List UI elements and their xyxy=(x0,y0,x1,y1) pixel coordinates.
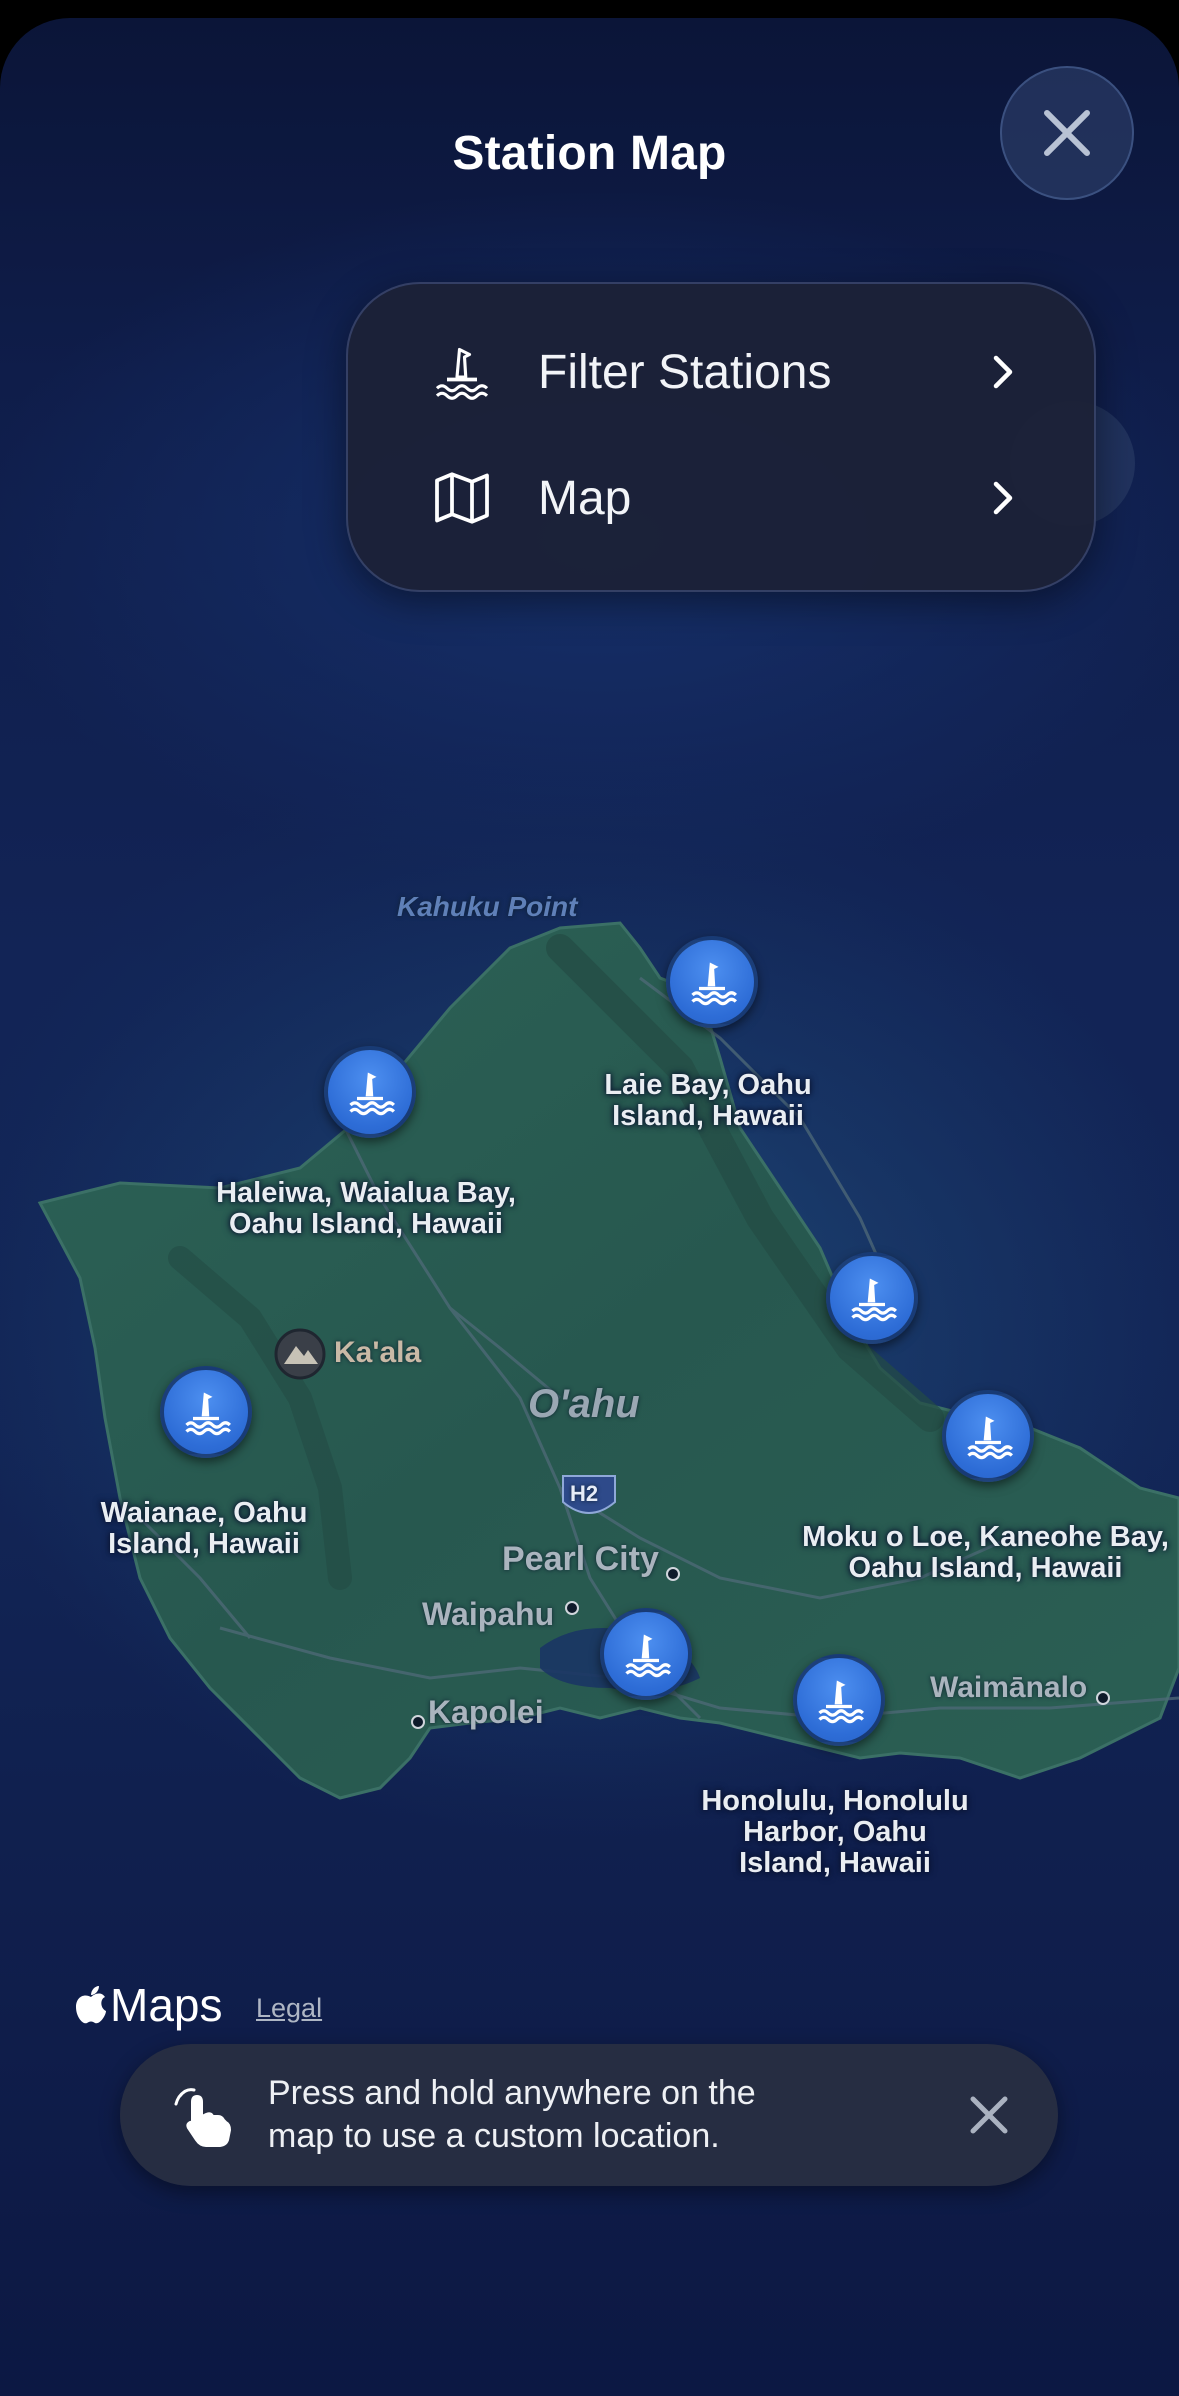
hint-text: Press and hold anywhere on the map to us… xyxy=(268,2074,756,2155)
buoy-icon xyxy=(349,1072,395,1116)
station-label-waianae: Waianae, Oahu Island, Hawaii xyxy=(100,1497,308,1560)
chevron-right-icon xyxy=(993,481,1013,515)
map-options-menu: Filter Stations Map xyxy=(346,282,1096,592)
highway-label: H2 xyxy=(570,1481,599,1506)
waimanalo-dot xyxy=(1096,1691,1110,1705)
station-map-sheet: Kahuku Point Ka'ala O'ahu H2 Pearl City … xyxy=(0,18,1179,2396)
station-pin-kaneohe-north[interactable] xyxy=(826,1252,918,1344)
chevron-right-icon xyxy=(993,355,1013,389)
buoy-icon xyxy=(185,1392,231,1436)
place-waipahu: Waipahu xyxy=(422,1596,555,1632)
station-pin-laie-bay[interactable] xyxy=(666,936,758,1028)
buoy-icon xyxy=(435,347,489,400)
place-pearl-city: Pearl City xyxy=(502,1540,659,1578)
buoy-icon xyxy=(818,1680,864,1724)
place-kaala: Ka'ala xyxy=(334,1336,422,1369)
station-label-haleiwa: Haleiwa, Waialua Bay, Oahu Island, Hawaii xyxy=(216,1177,516,1240)
custom-location-hint: Press and hold anywhere on the map to us… xyxy=(120,2044,1058,2186)
menu-item-label: Filter Stations xyxy=(538,345,832,399)
station-pin-waianae[interactable] xyxy=(160,1366,252,1458)
menu-item-label: Map xyxy=(538,471,632,525)
map-icon xyxy=(435,472,489,524)
region-label-oahu: O'ahu xyxy=(528,1382,640,1426)
buoy-icon xyxy=(851,1278,897,1322)
maps-brand: Maps xyxy=(110,1979,223,2031)
station-label-moku-o-loe: Moku o Loe, Kaneohe Bay, Oahu Island, Haw… xyxy=(802,1521,1169,1584)
close-button[interactable] xyxy=(1000,66,1134,200)
menu-item-filter-stations[interactable]: Filter Stations xyxy=(348,312,1094,432)
buoy-icon xyxy=(967,1416,1013,1460)
menu-item-map[interactable]: Map xyxy=(348,438,1094,558)
kapolei-dot xyxy=(411,1715,425,1729)
buoy-icon xyxy=(691,962,737,1006)
buoy-icon xyxy=(625,1634,671,1678)
waipahu-dot xyxy=(565,1601,579,1615)
station-label-laie-bay: Laie Bay, Oahu Island, Hawaii xyxy=(604,1069,812,1132)
close-icon xyxy=(1044,110,1090,156)
pearl-city-dot xyxy=(666,1567,680,1581)
dismiss-hint-button[interactable] xyxy=(964,2090,1014,2140)
station-pin-pearl-harbor[interactable] xyxy=(600,1608,692,1700)
apple-logo-icon xyxy=(76,1986,106,2024)
legal-link[interactable]: Legal xyxy=(256,1993,322,2024)
place-kapolei: Kapolei xyxy=(428,1694,544,1730)
station-label-honolulu: Honolulu, Honolulu Harbor, Oahu Island, Ha… xyxy=(701,1785,969,1879)
station-pin-honolulu[interactable] xyxy=(793,1654,885,1746)
place-kahuku-point: Kahuku Point xyxy=(397,891,578,922)
station-pin-moku-o-loe[interactable] xyxy=(942,1390,1034,1482)
place-waimanalo: Waimānalo xyxy=(930,1671,1088,1704)
station-pin-haleiwa[interactable] xyxy=(324,1046,416,1138)
hand-tap-icon xyxy=(174,2088,231,2147)
maps-attribution: Maps xyxy=(74,1978,222,2032)
